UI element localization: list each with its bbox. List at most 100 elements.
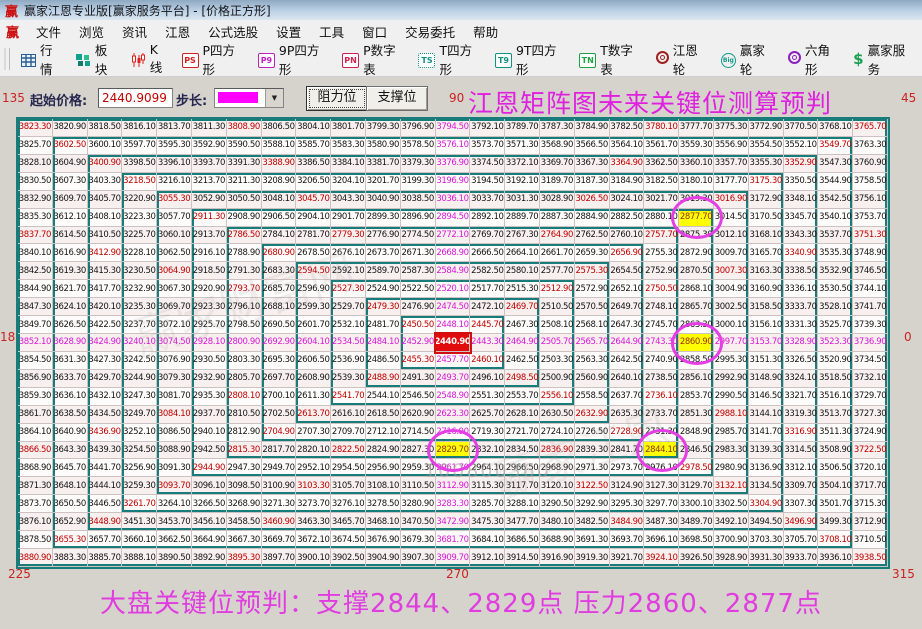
- matrix-cell[interactable]: 2604.10: [296, 334, 331, 352]
- matrix-cell[interactable]: 3180.10: [679, 173, 714, 191]
- matrix-cell[interactable]: 3163.30: [749, 262, 784, 280]
- matrix-cell[interactable]: 3842.50: [18, 262, 53, 280]
- matrix-cell[interactable]: 3208.90: [262, 173, 297, 191]
- matrix-cell[interactable]: 3266.50: [192, 495, 227, 513]
- matrix-cell[interactable]: 3264.10: [157, 495, 192, 513]
- matrix-cell[interactable]: 2733.70: [644, 406, 679, 424]
- matrix-cell[interactable]: 2868.10: [679, 280, 714, 298]
- matrix-cell[interactable]: 3040.90: [366, 191, 401, 209]
- matrix-cell[interactable]: 2534.50: [331, 334, 366, 352]
- matrix-cell[interactable]: 3372.10: [505, 155, 540, 173]
- matrix-cell[interactable]: 2455.30: [401, 352, 436, 370]
- matrix-cell[interactable]: 3105.70: [331, 477, 366, 495]
- matrix-cell[interactable]: 3520.90: [818, 352, 853, 370]
- matrix-cell[interactable]: 3880.90: [18, 549, 53, 567]
- matrix-cell[interactable]: 3343.30: [784, 227, 819, 245]
- matrix-cell[interactable]: 2714.50: [401, 424, 436, 442]
- matrix-cell[interactable]: 2500.90: [540, 370, 575, 388]
- matrix-cell[interactable]: 3816.10: [122, 119, 157, 137]
- matrix-cell[interactable]: 2798.50: [227, 316, 262, 334]
- matrix-cell[interactable]: 3868.90: [18, 459, 53, 477]
- matrix-cell[interactable]: 3283.30: [436, 495, 471, 513]
- matrix-cell[interactable]: 3132.10: [714, 477, 749, 495]
- matrix-cell[interactable]: 2796.10: [227, 298, 262, 316]
- matrix-cell[interactable]: 3480.10: [540, 513, 575, 531]
- matrix-cell[interactable]: 3230.50: [122, 262, 157, 280]
- matrix-cell[interactable]: 3710.50: [853, 531, 888, 549]
- matrix-cell[interactable]: 2719.30: [470, 424, 505, 442]
- matrix-cell[interactable]: 3715.30: [853, 495, 888, 513]
- matrix-cell[interactable]: 3184.90: [610, 173, 645, 191]
- matrix-cell[interactable]: 3189.70: [540, 173, 575, 191]
- matrix-cell[interactable]: 2529.70: [331, 298, 366, 316]
- matrix-cell[interactable]: 2546.50: [401, 388, 436, 406]
- matrix-cell[interactable]: 3717.70: [853, 477, 888, 495]
- matrix-cell[interactable]: 2484.10: [366, 334, 401, 352]
- matrix-cell[interactable]: 2620.90: [401, 406, 436, 424]
- matrix-cell[interactable]: 3422.50: [88, 316, 123, 334]
- matrix-cell[interactable]: 2750.50: [644, 280, 679, 298]
- matrix-cell[interactable]: 2769.70: [470, 227, 505, 245]
- matrix-cell[interactable]: 3645.70: [53, 459, 88, 477]
- matrix-cell[interactable]: 3288.10: [505, 495, 540, 513]
- matrix-cell[interactable]: 3693.70: [610, 531, 645, 549]
- matrix-cell[interactable]: 3249.70: [122, 406, 157, 424]
- matrix-cell[interactable]: 3535.30: [818, 244, 853, 262]
- step-color-dropdown[interactable]: ▼: [214, 88, 284, 108]
- matrix-cell[interactable]: 3062.50: [157, 244, 192, 262]
- matrix-cell[interactable]: 2892.10: [470, 209, 505, 227]
- matrix-cell[interactable]: 2680.90: [262, 244, 297, 262]
- matrix-cell[interactable]: 3700.90: [714, 531, 749, 549]
- matrix-cell[interactable]: 3619.30: [53, 262, 88, 280]
- matrix-cell[interactable]: 2697.70: [262, 370, 297, 388]
- matrix-cell[interactable]: 3672.10: [296, 531, 331, 549]
- matrix-cell[interactable]: 3794.50: [436, 119, 471, 137]
- matrix-cell[interactable]: 2928.10: [192, 334, 227, 352]
- matrix-cell[interactable]: 2824.90: [366, 442, 401, 460]
- matrix-cell[interactable]: 2808.10: [227, 388, 262, 406]
- matrix-cell[interactable]: 2512.90: [540, 280, 575, 298]
- matrix-cell[interactable]: 2721.70: [505, 424, 540, 442]
- matrix-cell[interactable]: 3873.70: [18, 495, 53, 513]
- matrix-cell[interactable]: 3379.30: [401, 155, 436, 173]
- matrix-cell[interactable]: 3424.90: [88, 334, 123, 352]
- matrix-cell[interactable]: 3172.90: [749, 191, 784, 209]
- matrix-cell[interactable]: 3686.50: [505, 531, 540, 549]
- matrix-cell[interactable]: 2781.70: [296, 227, 331, 245]
- matrix-cell[interactable]: 2863.30: [679, 316, 714, 334]
- matrix-cell[interactable]: 3897.70: [262, 549, 297, 567]
- matrix-cell[interactable]: 2882.50: [610, 209, 645, 227]
- matrix-cell[interactable]: 3885.70: [88, 549, 123, 567]
- matrix-cell[interactable]: 3458.50: [227, 513, 262, 531]
- matrix-cell[interactable]: 2896.90: [401, 209, 436, 227]
- matrix-cell[interactable]: 2496.10: [470, 370, 505, 388]
- matrix-cell[interactable]: 3523.30: [818, 334, 853, 352]
- matrix-cell[interactable]: 2462.50: [505, 352, 540, 370]
- matrix-cell[interactable]: 3295.30: [610, 495, 645, 513]
- matrix-cell[interactable]: 2712.10: [366, 424, 401, 442]
- matrix-cell[interactable]: 3194.50: [470, 173, 505, 191]
- matrix-cell[interactable]: 3636.10: [53, 388, 88, 406]
- matrix-cell[interactable]: 3624.10: [53, 298, 88, 316]
- matrix-cell[interactable]: 2479.30: [366, 298, 401, 316]
- matrix-cell[interactable]: 3014.50: [714, 209, 749, 227]
- matrix-cell[interactable]: 3669.70: [262, 531, 297, 549]
- matrix-cell[interactable]: 3489.70: [679, 513, 714, 531]
- matrix-cell[interactable]: 3823.30: [18, 119, 53, 137]
- matrix-cell[interactable]: 2647.30: [610, 316, 645, 334]
- matrix-cell[interactable]: 2464.90: [505, 334, 540, 352]
- matrix-cell[interactable]: 2767.30: [505, 227, 540, 245]
- matrix-cell[interactable]: 3396.10: [157, 155, 192, 173]
- matrix-cell[interactable]: 3633.70: [53, 370, 88, 388]
- matrix-cell[interactable]: 2700.10: [262, 388, 297, 406]
- matrix-cell[interactable]: 3756.10: [853, 191, 888, 209]
- matrix-cell[interactable]: 3321.70: [784, 388, 819, 406]
- matrix-cell[interactable]: 3681.70: [436, 531, 471, 549]
- matrix-cell[interactable]: 2563.30: [575, 352, 610, 370]
- matrix-cell[interactable]: 2755.30: [644, 244, 679, 262]
- matrix-cell[interactable]: 3048.10: [262, 191, 297, 209]
- matrix-cell[interactable]: 2764.90: [540, 227, 575, 245]
- matrix-cell[interactable]: 3444.10: [88, 477, 123, 495]
- matrix-cell[interactable]: 3602.50: [53, 137, 88, 155]
- matrix-cell[interactable]: 3525.70: [818, 316, 853, 334]
